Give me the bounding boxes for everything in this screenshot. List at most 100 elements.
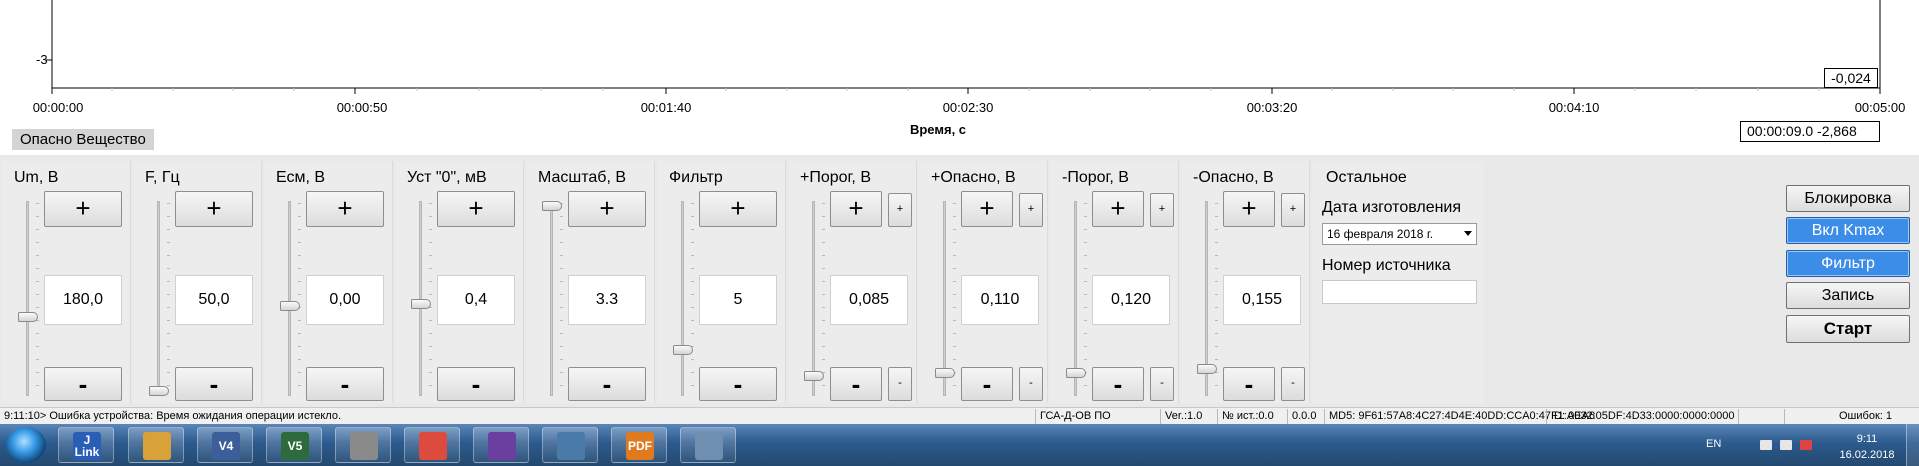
taskbar-app[interactable]: PDF: [611, 427, 667, 463]
increment-button[interactable]: +: [1092, 191, 1144, 227]
taskbar-app[interactable]: V4: [197, 427, 253, 463]
slider-thumb[interactable]: [411, 299, 431, 310]
increment-button[interactable]: +: [306, 191, 384, 227]
taskbar-app[interactable]: [680, 427, 736, 463]
increment-button[interactable]: +: [568, 191, 646, 227]
taskbar-app[interactable]: [335, 427, 391, 463]
decrement-button[interactable]: -: [699, 367, 777, 401]
slider-thumb[interactable]: [280, 300, 300, 311]
slider-thumb[interactable]: [18, 312, 38, 322]
fine-increment-button[interactable]: +: [1150, 193, 1174, 227]
increment-button[interactable]: +: [961, 191, 1013, 227]
filter-button[interactable]: Фильтр: [1786, 250, 1910, 277]
slider-thumb[interactable]: [935, 367, 955, 378]
slider-thumb[interactable]: [673, 345, 693, 356]
slider-track[interactable]: [26, 201, 29, 396]
lock-button[interactable]: Блокировка: [1786, 185, 1910, 212]
x-tick-label: 00:01:40: [640, 100, 692, 115]
start-menu-button[interactable]: [6, 427, 46, 463]
value-field[interactable]: 0,4: [437, 275, 515, 325]
value-field[interactable]: 50,0: [175, 275, 253, 325]
increment-button[interactable]: +: [175, 191, 253, 227]
slider-thumb[interactable]: [149, 386, 169, 396]
control-panel: +Порог, В +0,085 - + -: [788, 161, 917, 403]
panel-title: F, Гц: [145, 169, 180, 186]
decrement-button[interactable]: -: [961, 367, 1013, 401]
taskbar-app[interactable]: [542, 427, 598, 463]
source-number-input[interactable]: [1322, 280, 1477, 304]
slider-track[interactable]: [157, 201, 160, 396]
increment-button[interactable]: +: [1223, 191, 1275, 227]
decrement-button[interactable]: -: [44, 367, 122, 401]
slider-thumb[interactable]: [542, 201, 562, 211]
taskbar-app[interactable]: [473, 427, 529, 463]
value-field[interactable]: 5: [699, 275, 777, 325]
decrement-button[interactable]: -: [568, 367, 646, 401]
value-field[interactable]: 180,0: [44, 275, 122, 325]
taskbar-app[interactable]: V5: [266, 427, 322, 463]
slider-track[interactable]: [943, 201, 946, 396]
slider-track[interactable]: [1074, 201, 1077, 396]
slider-track[interactable]: [288, 201, 291, 396]
fine-increment-button[interactable]: +: [1281, 193, 1305, 227]
flag-icon[interactable]: [1760, 440, 1772, 450]
slider-ticks: [429, 203, 432, 393]
dropdown-arrow-icon[interactable]: [1464, 231, 1472, 236]
slider-thumb[interactable]: [1066, 367, 1086, 378]
controls-area: Um, В +180,0- F, Гц +50,0- Есм, В +0,00- Уст "…: [0, 155, 1919, 407]
increment-button[interactable]: +: [830, 191, 882, 227]
slider-track[interactable]: [812, 201, 815, 396]
control-panel: Уст "0", мВ +0,4 -: [395, 161, 524, 403]
volume-icon[interactable]: [1800, 440, 1812, 450]
value-field[interactable]: 0,085: [830, 275, 908, 325]
value-field[interactable]: 0,155: [1223, 275, 1301, 325]
fine-decrement-button[interactable]: -: [1150, 367, 1174, 401]
x-tick-label: 00:04:10: [1548, 100, 1600, 115]
status-source-value: 0.0.0: [1287, 409, 1324, 424]
y-tick-label: -3: [36, 52, 48, 67]
taskbar-app[interactable]: [404, 427, 460, 463]
value-field[interactable]: 3.3: [568, 275, 646, 325]
decrement-button[interactable]: -: [306, 367, 384, 401]
decrement-button[interactable]: -: [1092, 367, 1144, 401]
clock-time[interactable]: 9:11: [1832, 433, 1902, 445]
slider-track[interactable]: [550, 201, 553, 396]
increment-button[interactable]: +: [699, 191, 777, 227]
slider-track[interactable]: [681, 201, 684, 396]
network-icon[interactable]: [1780, 440, 1792, 450]
fine-increment-button[interactable]: +: [1019, 193, 1043, 227]
panel-title: Есм, В: [276, 169, 326, 186]
jlink-icon: J Link: [73, 432, 101, 460]
value-field[interactable]: 0,120: [1092, 275, 1170, 325]
decrement-button[interactable]: -: [175, 367, 253, 401]
show-desktop-button[interactable]: [1906, 424, 1919, 466]
current-value-box: -0,024: [1824, 68, 1878, 88]
slider-ticks: [36, 203, 39, 393]
decrement-button[interactable]: -: [1223, 367, 1275, 401]
record-button[interactable]: Запись: [1786, 282, 1910, 309]
fine-decrement-button[interactable]: -: [1019, 367, 1043, 401]
start-button[interactable]: Старт: [1786, 315, 1910, 343]
taskbar-app[interactable]: J Link: [58, 427, 114, 463]
value-field[interactable]: 0,00: [306, 275, 384, 325]
decrement-button[interactable]: -: [437, 367, 515, 401]
slider-thumb[interactable]: [1197, 363, 1217, 374]
fine-decrement-button[interactable]: -: [888, 367, 912, 401]
slider-thumb[interactable]: [804, 371, 824, 382]
language-indicator[interactable]: EN: [1706, 438, 1721, 450]
x-tick-label: 00:03:20: [1246, 100, 1298, 115]
network-app-icon: [695, 432, 723, 460]
value-field[interactable]: 0,110: [961, 275, 1039, 325]
clock-date[interactable]: 16.02.2018: [1832, 449, 1902, 461]
decrement-button[interactable]: -: [830, 367, 882, 401]
taskbar-app[interactable]: [128, 427, 184, 463]
manufacture-date-select[interactable]: 16 февраля 2018 г.: [1322, 223, 1477, 245]
increment-button[interactable]: +: [437, 191, 515, 227]
fine-increment-button[interactable]: +: [888, 193, 912, 227]
fine-decrement-button[interactable]: -: [1281, 367, 1305, 401]
increment-button[interactable]: +: [44, 191, 122, 227]
kmax-button[interactable]: Вкл Kmax: [1786, 217, 1910, 244]
taskbar: J Link V4 V5 PDF EN 9:11 16.02.2018: [0, 424, 1919, 466]
panel-title: Уст "0", мВ: [407, 169, 487, 186]
chart-area[interactable]: -3 00:00:00 00:00:50 00:01:40 00:02:30 0…: [0, 0, 1919, 155]
